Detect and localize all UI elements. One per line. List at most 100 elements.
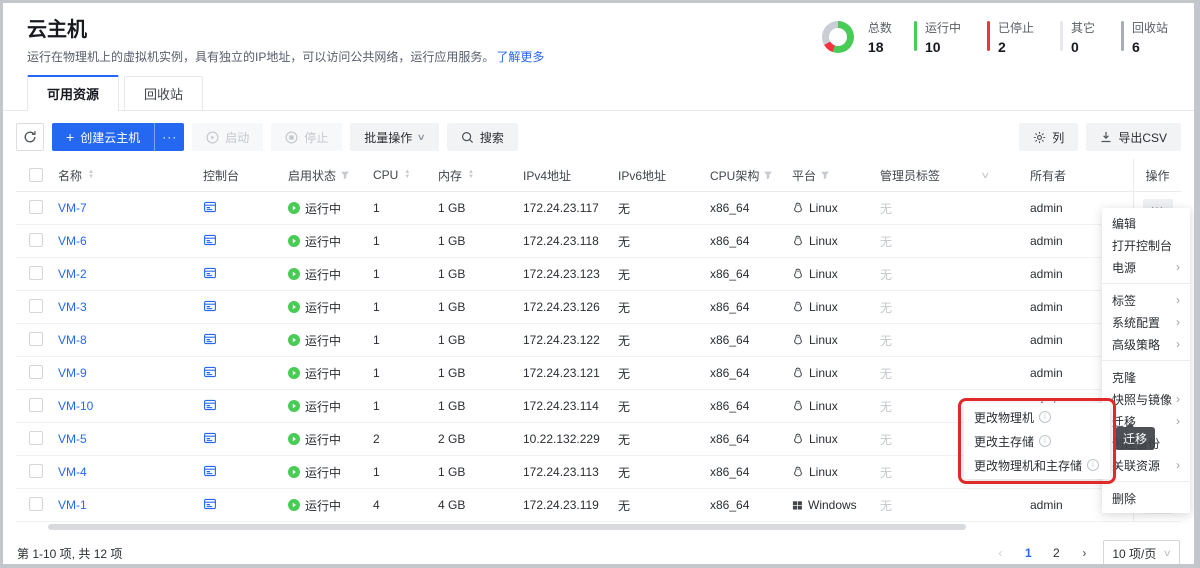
running-status-icon xyxy=(288,268,300,280)
row-checkbox[interactable] xyxy=(29,233,43,247)
vm-name-link[interactable]: VM-5 xyxy=(58,432,87,446)
row-checkbox[interactable] xyxy=(29,398,43,412)
console-icon[interactable] xyxy=(203,332,217,346)
vm-name-link[interactable]: VM-4 xyxy=(58,465,87,479)
vm-name-link[interactable]: VM-1 xyxy=(58,498,87,512)
row-checkbox[interactable] xyxy=(29,266,43,280)
tab[interactable]: 回收站 xyxy=(124,76,203,110)
windows-logo-icon xyxy=(792,500,803,511)
create-vm-label: 创建云主机 xyxy=(80,129,140,146)
menu-item[interactable]: 高级策略 › xyxy=(1102,333,1190,355)
menu-item-label: 编辑 xyxy=(1112,215,1136,232)
submenu-item-label: 更改物理机和主存储 xyxy=(974,457,1082,474)
vm-name-link[interactable]: VM-8 xyxy=(58,333,87,347)
column-header-platform[interactable]: 平台 xyxy=(792,167,880,184)
submenu-arrow-icon: › xyxy=(1176,414,1180,428)
submenu-item[interactable]: 更改物理机 i xyxy=(964,405,1110,429)
export-csv-button[interactable]: 导出CSV xyxy=(1086,123,1181,151)
vm-name-link[interactable]: VM-3 xyxy=(58,300,87,314)
running-status-icon xyxy=(288,367,300,379)
cpu-arch-value: x86_64 xyxy=(710,432,792,446)
refresh-button[interactable] xyxy=(16,123,44,151)
row-checkbox[interactable] xyxy=(29,299,43,313)
row-checkbox[interactable] xyxy=(29,200,43,214)
console-icon[interactable] xyxy=(203,431,217,445)
row-checkbox[interactable] xyxy=(29,332,43,346)
vm-name-link[interactable]: VM-10 xyxy=(58,399,93,413)
submenu-item[interactable]: 更改主存储 i xyxy=(964,429,1110,453)
page-size-select[interactable]: 10 项/页 ∨ xyxy=(1103,540,1180,564)
platform-value: Linux xyxy=(809,366,838,380)
column-header-status[interactable]: 启用状态 xyxy=(288,167,373,184)
batch-label: 批量操作 xyxy=(364,129,412,146)
table-footer: 第 1-10 项, 共 12 项 ‹ 1 2 › 10 项/页 ∨ xyxy=(16,530,1181,564)
menu-item[interactable]: 删除 xyxy=(1102,487,1190,509)
stat-items: 运行中 10 已停止 2 xyxy=(914,19,1168,55)
vm-name-link[interactable]: VM-6 xyxy=(58,234,87,248)
menu-item-label: 系统配置 xyxy=(1112,314,1160,331)
create-vm-button[interactable]: + 创建云主机 xyxy=(52,123,154,151)
horizontal-scrollbar-thumb[interactable] xyxy=(48,524,966,530)
column-header-memory[interactable]: 内存 ▲▼ xyxy=(438,167,523,184)
create-vm-more-button[interactable]: ··· xyxy=(154,123,184,151)
submenu-item[interactable]: 更改物理机和主存储 i xyxy=(964,453,1110,477)
column-settings-button[interactable]: 列 xyxy=(1019,123,1078,151)
pagination-prev-button[interactable]: ‹ xyxy=(991,546,1009,560)
select-all-checkbox[interactable] xyxy=(29,168,43,182)
search-button[interactable]: 搜索 xyxy=(447,123,518,151)
filter-icon[interactable] xyxy=(820,170,830,180)
console-icon[interactable] xyxy=(203,464,217,478)
console-icon[interactable] xyxy=(203,299,217,313)
start-vm-button[interactable]: 启动 xyxy=(192,123,263,151)
console-icon[interactable] xyxy=(203,365,217,379)
header-label: IPv6地址 xyxy=(618,167,666,184)
vm-name-link[interactable]: VM-7 xyxy=(58,201,87,215)
migrate-submenu: 更改物理机 i 更改主存储 i 更改物理机和主存储 i xyxy=(964,403,1110,479)
console-icon[interactable] xyxy=(203,200,217,214)
row-checkbox[interactable] xyxy=(29,497,43,511)
cpu-value: 1 xyxy=(373,234,438,248)
column-header-cpu[interactable]: CPU ▲▼ xyxy=(373,168,438,182)
menu-item[interactable]: 标签 › xyxy=(1102,289,1190,311)
menu-item[interactable]: 系统配置 › xyxy=(1102,311,1190,333)
ipv4-value: 172.24.23.123 xyxy=(523,267,618,281)
row-checkbox[interactable] xyxy=(29,464,43,478)
menu-item[interactable]: 克隆 xyxy=(1102,366,1190,388)
pagination-page-button[interactable]: 2 xyxy=(1047,546,1065,560)
header-label: CPU xyxy=(373,168,398,182)
menu-item[interactable]: 关联资源 › xyxy=(1102,454,1190,476)
console-icon[interactable] xyxy=(203,266,217,280)
console-icon[interactable] xyxy=(203,497,217,511)
menu-item[interactable]: 编辑 xyxy=(1102,212,1190,234)
pagination-page-button[interactable]: 1 xyxy=(1019,546,1037,560)
filter-icon[interactable] xyxy=(763,170,773,180)
console-icon[interactable] xyxy=(203,233,217,247)
menu-item[interactable]: 电源 › xyxy=(1102,256,1190,278)
row-actions-menu: 编辑 打开控制台 电源 › 标签 › xyxy=(1102,208,1190,513)
batch-operations-button[interactable]: 批量操作 ∨ xyxy=(350,123,439,151)
ipv4-value: 172.24.23.114 xyxy=(523,399,618,413)
stat-color-bar xyxy=(1060,21,1063,51)
pagination-next-button[interactable]: › xyxy=(1075,546,1093,560)
menu-item-label: 克隆 xyxy=(1112,369,1136,386)
memory-value: 1 GB xyxy=(438,234,523,248)
vm-name-link[interactable]: VM-2 xyxy=(58,267,87,281)
console-icon[interactable] xyxy=(203,398,217,412)
column-header-name[interactable]: 名称 ▲▼ xyxy=(58,167,203,184)
vm-name-link[interactable]: VM-9 xyxy=(58,366,87,380)
row-checkbox[interactable] xyxy=(29,431,43,445)
learn-more-link[interactable]: 了解更多 xyxy=(496,50,544,64)
tooltip-text: 迁移 xyxy=(1123,432,1147,446)
stop-vm-button[interactable]: 停止 xyxy=(271,123,342,151)
column-header-admin-tag[interactable]: 管理员标签 ∨ xyxy=(880,167,1030,184)
filter-icon[interactable] xyxy=(340,170,350,180)
menu-group: 标签 › 系统配置 › 高级策略 › xyxy=(1102,289,1190,355)
column-header-arch[interactable]: CPU架构 xyxy=(710,167,792,184)
row-checkbox[interactable] xyxy=(29,365,43,379)
tab[interactable]: 可用资源 xyxy=(27,75,119,110)
stat-color-bar xyxy=(987,21,990,51)
admin-tag-value: 无 xyxy=(880,365,1030,382)
menu-item[interactable]: 快照与镜像 › xyxy=(1102,388,1190,410)
menu-item[interactable]: 打开控制台 xyxy=(1102,234,1190,256)
platform-value: Linux xyxy=(809,432,838,446)
